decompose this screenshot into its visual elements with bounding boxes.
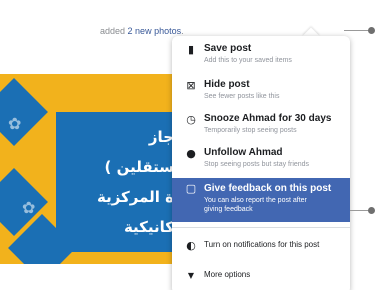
bookmark-icon: ▮: [187, 43, 195, 56]
menu-divider: [172, 227, 350, 228]
unfollow-description: Stop seeing posts but stay friends: [204, 161, 310, 168]
give-feedback-label: Give feedback on this post: [204, 183, 332, 194]
save-post-description: Add this to your saved items: [204, 57, 292, 64]
hide-post-description: See fewer posts like this: [204, 93, 280, 100]
unfollow-icon: ●: [186, 147, 196, 160]
snooze-label: Snooze Ahmad for 30 days: [204, 113, 332, 124]
callout-dot: [368, 27, 375, 34]
decorative-motif-icon: ✿: [8, 114, 22, 133]
image-text-line: ة المركزية: [96, 188, 174, 206]
caret-down-icon: ▼: [187, 271, 195, 280]
post-header-prefix: added: [100, 26, 126, 36]
pattern-diamond: [0, 78, 48, 146]
save-post-item[interactable]: ▮ Save post Add this to your saved items: [172, 42, 350, 72]
image-text-line: جاز: [148, 128, 174, 146]
hide-post-item[interactable]: ⊠ Hide post See fewer posts like this: [172, 78, 350, 108]
callout-line: [344, 30, 370, 31]
hide-post-label: Hide post: [204, 79, 250, 90]
save-post-label: Save post: [204, 43, 252, 54]
post-header-suffix: .: [181, 26, 184, 36]
snooze-item[interactable]: ◷ Snooze Ahmad for 30 days Temporarily s…: [172, 112, 350, 142]
post-photo[interactable]: ✿ ✿ جاز ستقلين ) ة المركزية كانيكية: [0, 74, 190, 264]
feedback-icon: ▢: [185, 182, 197, 195]
clock-icon: ◷: [186, 113, 196, 126]
unfollow-item[interactable]: ● Unfollow Ahmad Stop seeing posts but s…: [172, 146, 350, 176]
give-feedback-description: You can also report the post after: [204, 197, 307, 204]
decorative-motif-icon: ✿: [22, 198, 36, 217]
give-feedback-item[interactable]: ▢ Give feedback on this post You can als…: [172, 178, 350, 222]
notifications-item[interactable]: ◐ Turn on notifications for this post: [172, 238, 350, 260]
snooze-description: Temporarily stop seeing posts: [204, 127, 297, 134]
hide-icon: ⊠: [186, 79, 196, 92]
give-feedback-description-2: giving feedback: [204, 206, 253, 213]
callout-line: [350, 210, 370, 211]
more-options-item[interactable]: ▼ More options: [172, 268, 350, 288]
more-options-label: More options: [204, 270, 251, 279]
post-header: added 2 new photos.: [100, 26, 184, 36]
unfollow-label: Unfollow Ahmad: [204, 147, 283, 158]
notifications-label: Turn on notifications for this post: [204, 240, 320, 249]
notification-icon: ◐: [186, 239, 196, 252]
post-options-menu: ▮ Save post Add this to your saved items…: [172, 36, 350, 290]
image-text-line: ستقلين ): [104, 158, 175, 176]
callout-dot: [368, 207, 375, 214]
new-photos-link[interactable]: 2 new photos: [128, 26, 182, 36]
image-text-line: كانيكية: [123, 218, 174, 236]
